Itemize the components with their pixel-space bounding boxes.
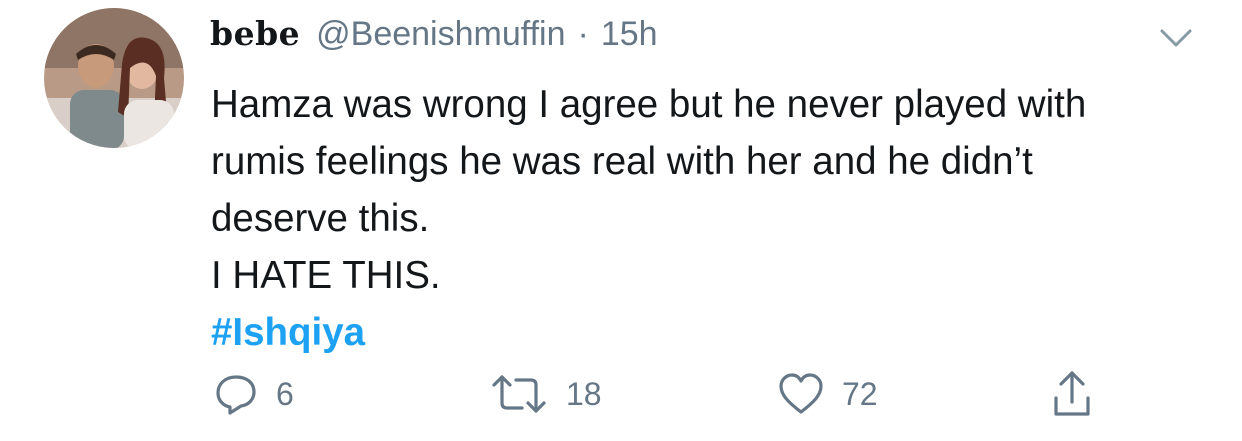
tweet-text-line: deserve this. (211, 197, 430, 240)
avatar-photo (44, 8, 184, 148)
tweet-menu-button[interactable] (1158, 26, 1194, 50)
reply-count: 6 (276, 375, 294, 412)
hashtag-link[interactable]: #Ishqiya (211, 311, 365, 354)
like-button[interactable]: 72 (778, 366, 878, 422)
tweet-text: Hamza was wrong I agree but he never pla… (211, 76, 1221, 361)
tweet-text-line: rumis feelings he was real with her and … (211, 140, 1033, 183)
display-name[interactable]: bebe (210, 14, 300, 53)
avatar[interactable] (44, 8, 184, 148)
tweet-text-line: I HATE THIS. (211, 254, 441, 297)
timestamp[interactable]: 15h (601, 15, 658, 54)
tweet-actions: 6 18 72 (0, 366, 1242, 422)
like-count: 72 (842, 375, 878, 412)
share-icon (1054, 371, 1090, 416)
retweet-button[interactable]: 18 (490, 366, 602, 422)
share-button[interactable] (1052, 366, 1092, 422)
tweet-card[interactable]: bebe @Beenishmuffin · 15h Hamza was wron… (0, 0, 1242, 441)
retweet-icon (492, 375, 546, 413)
chevron-down-icon (1160, 29, 1192, 47)
heart-icon (779, 373, 823, 414)
retweet-count: 18 (566, 375, 602, 412)
reply-button[interactable]: 6 (214, 366, 294, 422)
separator-dot: · (577, 15, 589, 53)
tweet-text-line: Hamza was wrong I agree but he never pla… (211, 83, 1087, 126)
tweet-header: bebe @Beenishmuffin · 15h (210, 14, 658, 64)
user-handle[interactable]: @Beenishmuffin (316, 15, 565, 54)
reply-icon (216, 375, 256, 415)
